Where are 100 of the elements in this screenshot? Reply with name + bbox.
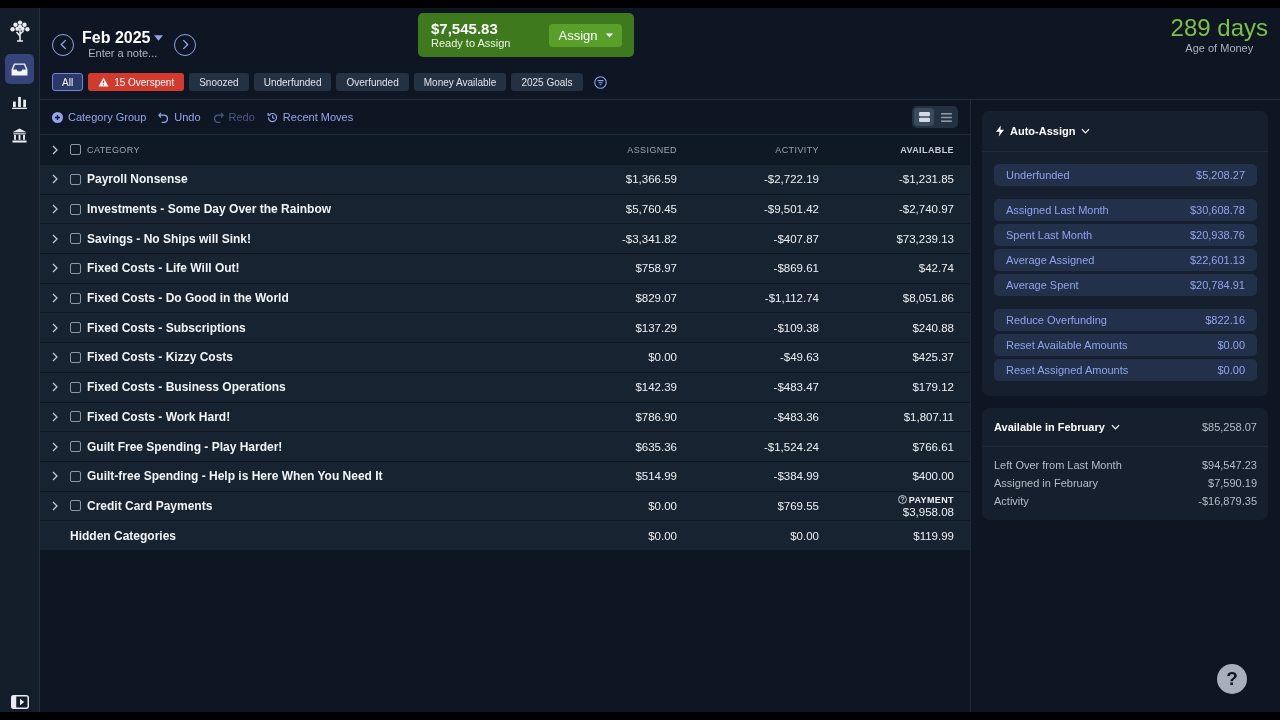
filter-chip[interactable]: All: [52, 73, 84, 91]
chevron-right-icon[interactable]: [52, 382, 58, 393]
chevron-right-icon[interactable]: [52, 352, 58, 363]
assigned-amount: $0.00: [647, 529, 677, 542]
checkbox[interactable]: [70, 351, 81, 363]
chevron-right-icon[interactable]: [52, 233, 58, 244]
chevron-right-icon[interactable]: [52, 174, 58, 185]
checkbox[interactable]: [70, 292, 81, 304]
available-amount: $3,958.08: [902, 505, 954, 518]
breakdown-label: Assigned in February: [994, 476, 1098, 491]
redo-icon: [212, 111, 224, 123]
category-name[interactable]: Hidden Categories: [70, 528, 527, 543]
chevron-right-icon[interactable]: [52, 293, 58, 304]
breakdown-label: Activity: [994, 494, 1029, 509]
chevron-right-icon[interactable]: [52, 411, 58, 422]
assigned-amount: $0.00: [647, 499, 677, 512]
filter-chip[interactable]: Underfunded: [253, 73, 332, 91]
checkbox[interactable]: [70, 441, 81, 453]
history-icon: [266, 111, 278, 123]
auto-assign-option[interactable]: Reset Available Amounts $0.00: [994, 334, 1257, 356]
available-amount: -$2,740.97: [899, 203, 954, 216]
auto-assign-option[interactable]: Average Spent $20,784.91: [994, 274, 1257, 296]
available-amount: $73,239.13: [896, 232, 954, 245]
note-field[interactable]: Enter a note...: [85, 47, 160, 60]
checkbox[interactable]: [70, 262, 81, 274]
checkbox[interactable]: [70, 203, 81, 215]
activity-amount: -$2,722.19: [763, 173, 819, 186]
checkbox[interactable]: [70, 381, 81, 393]
sidebar-toggle-icon[interactable]: [10, 695, 29, 709]
auto-assign-option[interactable]: Underfunded $5,208.27: [994, 164, 1257, 186]
undo-button[interactable]: Undo: [158, 111, 201, 123]
chevron-right-icon: [182, 39, 189, 50]
filter-chip[interactable]: Money Available: [413, 73, 507, 91]
checkbox[interactable]: [70, 470, 81, 482]
filter-icon[interactable]: [593, 75, 607, 89]
chevron-right-icon[interactable]: [52, 441, 58, 452]
list-icon: [940, 112, 952, 122]
activity-amount: -$407.87: [772, 232, 819, 245]
breakdown-value: $94,547.23: [1201, 458, 1257, 473]
add-category-group-button[interactable]: Category Group: [52, 111, 147, 123]
lightning-icon: [996, 125, 1004, 137]
chevron-right-icon[interactable]: [52, 144, 58, 155]
chevron-right-icon[interactable]: [52, 471, 58, 482]
chevron-left-icon: [59, 39, 67, 50]
activity-amount: -$869.61: [772, 262, 819, 275]
category-name: Guilt-free Spending - Help is Here When You Need It: [87, 469, 384, 484]
column-header[interactable]: ASSIGNED: [527, 144, 677, 155]
available-amount: $8,051.86: [902, 292, 954, 305]
checkbox[interactable]: [70, 173, 81, 185]
checkbox[interactable]: [70, 144, 81, 155]
budget-nav-button[interactable]: [5, 54, 34, 84]
stacked-rows-icon: [918, 112, 930, 122]
category-name: Guilt Free Spending - Play Harder!: [87, 439, 284, 454]
chevron-right-icon[interactable]: [52, 500, 58, 511]
help-button[interactable]: ?: [1217, 664, 1247, 694]
activity-amount: -$384.99: [772, 470, 819, 483]
column-header[interactable]: AVAILABLE: [819, 144, 954, 155]
checkbox[interactable]: [70, 233, 81, 245]
breakdown-label: Left Over from Last Month: [994, 458, 1122, 473]
chevron-right-icon[interactable]: [52, 322, 58, 333]
column-header[interactable]: CATEGORY: [87, 144, 527, 155]
checkbox[interactable]: [70, 500, 81, 512]
age-of-money-value: 289 days: [1170, 15, 1268, 41]
help-circle-icon[interactable]: [897, 495, 907, 505]
chevron-right-icon[interactable]: [52, 204, 58, 215]
filter-chip[interactable]: 2025 Goals: [511, 73, 583, 91]
available-amount: $42.74: [918, 262, 954, 275]
auto-assign-option[interactable]: Average Assigned $22,601.13: [994, 249, 1257, 271]
category-name: Savings - No Ships will Sink!: [87, 231, 253, 246]
auto-assign-option[interactable]: Reduce Overfunding $822.16: [994, 309, 1257, 331]
month-picker-button[interactable]: Feb 2025: [82, 29, 164, 47]
activity-amount: -$483.36: [772, 410, 819, 423]
recent-moves-button[interactable]: Recent Moves: [266, 111, 354, 123]
category-name: Credit Card Payments: [87, 498, 214, 513]
tree-icon[interactable]: [9, 20, 30, 42]
payment-label: PAYMENT: [908, 493, 954, 506]
auto-assign-option[interactable]: Assigned Last Month $30,608.78: [994, 199, 1257, 221]
category-name: Fixed Costs - Do Good in the World: [87, 291, 290, 306]
auto-assign-toggle[interactable]: Auto-Assign: [996, 125, 1091, 137]
category-name: Fixed Costs - Life Will Out!: [87, 261, 241, 276]
category-name: Fixed Costs - Kizzy Costs: [87, 350, 235, 365]
card-view-button[interactable]: [914, 108, 934, 126]
column-header[interactable]: ACTIVITY: [677, 144, 819, 155]
filter-chip[interactable]: Overfunded: [336, 73, 409, 91]
chevron-right-icon[interactable]: [52, 263, 58, 274]
auto-assign-option[interactable]: Spent Last Month $20,938.76: [994, 224, 1257, 246]
available-total: $85,258.07: [1201, 421, 1257, 433]
checkbox[interactable]: [70, 322, 81, 334]
available-toggle[interactable]: Available in February: [994, 421, 1120, 433]
assigned-amount: $137.29: [634, 321, 677, 334]
activity-amount: -$49.63: [779, 351, 819, 364]
auto-assign-option[interactable]: Reset Assigned Amounts $0.00: [994, 359, 1257, 381]
breakdown-value: $7,590.19: [1208, 476, 1257, 491]
checkbox[interactable]: [70, 411, 81, 423]
breakdown-value: -$16,879.35: [1198, 494, 1257, 509]
bank-icon: [12, 127, 27, 143]
inbox-icon: [11, 62, 28, 76]
filter-chip[interactable]: Snoozed: [189, 73, 249, 91]
available-amount: $179.12: [912, 381, 954, 394]
filter-chip[interactable]: 15 Overspent: [88, 73, 185, 91]
